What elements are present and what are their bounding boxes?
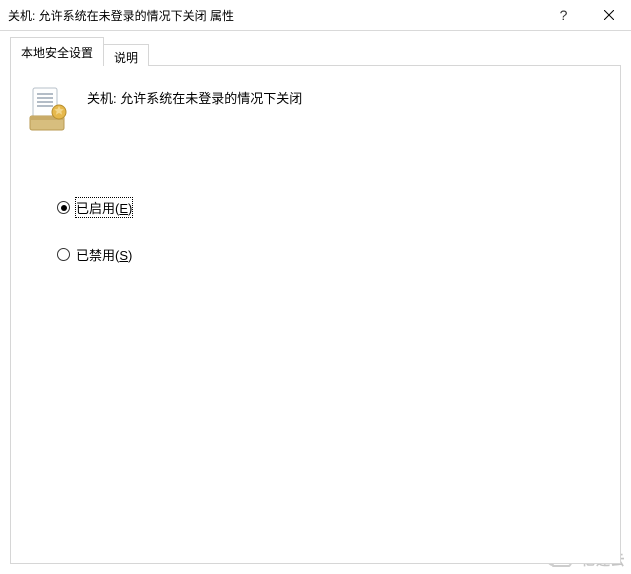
dialog-body: 本地安全设置 说明 [10,40,621,564]
radio-enabled-circle [57,201,70,214]
close-icon [604,10,614,20]
policy-header: 关机: 允许系统在未登录的情况下关闭 [29,86,602,134]
policy-title: 关机: 允许系统在未登录的情况下关闭 [87,86,302,107]
close-button[interactable] [586,0,631,30]
help-button[interactable]: ? [541,0,586,30]
radio-enabled[interactable]: 已启用(E) [53,194,138,221]
radio-enabled-label: 已启用(E) [76,198,132,217]
tab-local-security[interactable]: 本地安全设置 [10,37,104,66]
tab-strip: 本地安全设置 说明 [10,40,621,66]
radio-disabled-label: 已禁用(S) [76,245,132,264]
radio-group: 已启用(E) 已禁用(S) [53,194,602,268]
radio-disabled-circle [57,248,70,261]
policy-icon [29,86,69,134]
window-title: 关机: 允许系统在未登录的情况下关闭 属性 [8,7,234,24]
radio-disabled[interactable]: 已禁用(S) [53,241,138,268]
tab-panel: 关机: 允许系统在未登录的情况下关闭 已启用(E) 已禁用(S) [10,65,621,564]
titlebar: 关机: 允许系统在未登录的情况下关闭 属性 ? [0,0,631,31]
titlebar-buttons: ? [541,0,631,30]
tab-explain[interactable]: 说明 [103,44,149,66]
